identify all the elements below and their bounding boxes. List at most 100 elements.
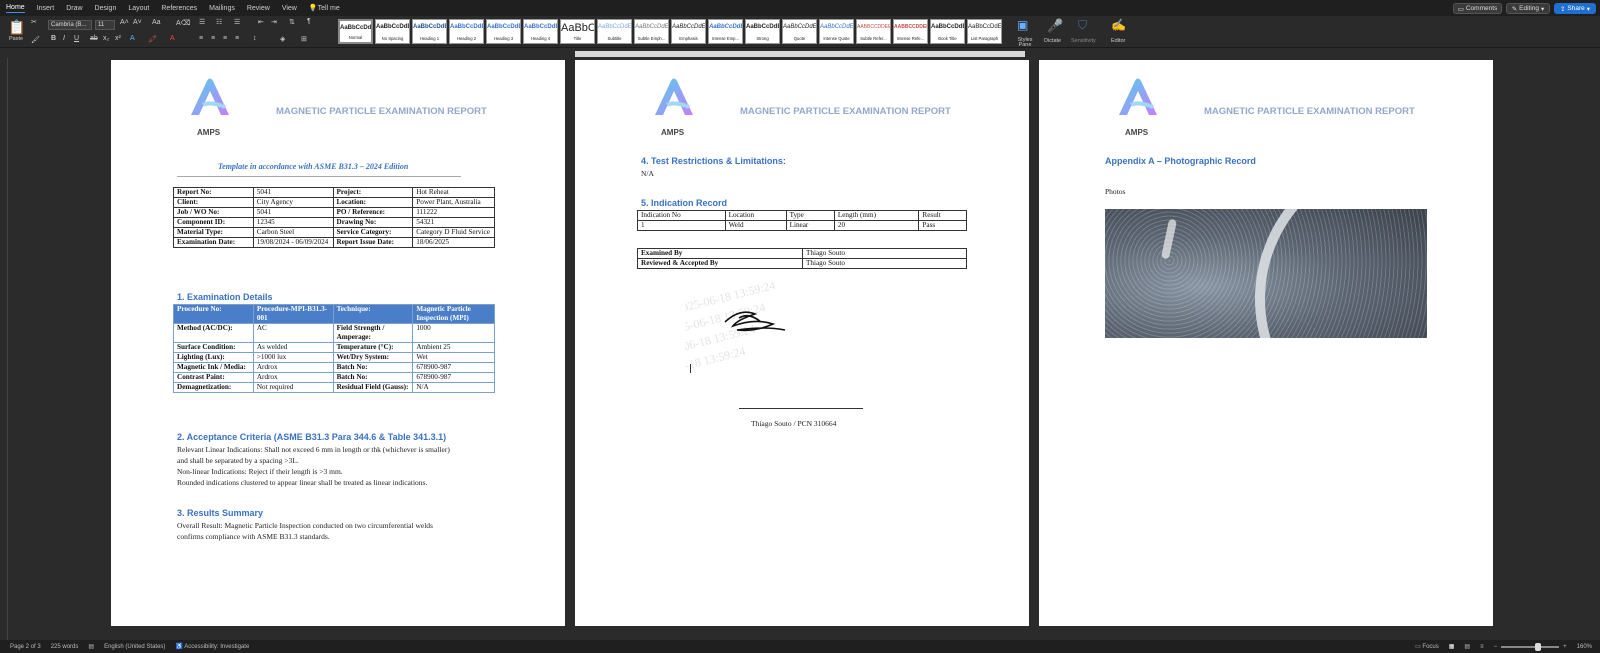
shading-icon[interactable]: ◈	[280, 35, 285, 43]
italic-icon[interactable]: I	[63, 35, 65, 42]
accessibility-status[interactable]: ♿ Accessibility: Investigate	[175, 643, 249, 650]
paste-icon[interactable]: 📋	[8, 19, 25, 36]
subscript-icon[interactable]: x₂	[103, 35, 109, 42]
style-strong[interactable]: AaBbCcDdEe Strong	[745, 19, 780, 44]
line-spacing-icon[interactable]: ↕	[253, 35, 257, 42]
change-case-icon[interactable]: Aa	[152, 19, 161, 26]
numbering-icon[interactable]: ☷	[216, 18, 222, 26]
justify-icon[interactable]: ≡	[235, 35, 239, 42]
text-effects-icon[interactable]: A	[130, 35, 135, 42]
style-list-paragraph[interactable]: AaBbCcDdEe List Paragraph	[967, 19, 1002, 44]
page-2[interactable]: AMPS MAGNETIC PARTICLE EXAMINATION REPOR…	[575, 60, 1029, 626]
table-cell: Demagnetization:	[173, 382, 254, 393]
sort-icon[interactable]: ⇅	[289, 18, 295, 26]
vertical-ruler[interactable]	[0, 58, 8, 640]
zoom-out-icon[interactable]: −	[1494, 644, 1498, 650]
zoom-level[interactable]: 160%	[1577, 644, 1592, 650]
font-name-box[interactable]: Cambria (B...	[48, 20, 92, 30]
tab-references[interactable]: References	[161, 5, 197, 12]
paste-label[interactable]: Paste	[9, 36, 23, 42]
proofing-icon[interactable]: ▤	[88, 643, 94, 650]
style-heading-1[interactable]: AaBbCcDdE Heading 1	[412, 19, 447, 44]
bullets-icon[interactable]: ☰	[199, 18, 205, 26]
editor-icon[interactable]: ✍	[1111, 18, 1126, 32]
style-preview: AaBbCcDdEe	[340, 25, 372, 31]
shrink-font-icon[interactable]: A˅	[133, 19, 142, 26]
superscript-icon[interactable]: x²	[115, 35, 121, 42]
style-book-title[interactable]: AaBbCcDdEe Book Title	[930, 19, 965, 44]
share-button[interactable]: ⇪ Share ▾	[1554, 3, 1596, 14]
style-quote[interactable]: AaBbCcDdEe Quote	[782, 19, 817, 44]
sensitivity-label[interactable]: Sensitivity	[1071, 38, 1096, 44]
style-title[interactable]: AaBbC Title	[560, 19, 595, 44]
page-count[interactable]: Page 2 of 3	[10, 644, 41, 650]
tab-draw[interactable]: Draw	[66, 5, 82, 12]
increase-indent-icon[interactable]: ⇥	[271, 18, 277, 26]
focus-button[interactable]: ▭ Focus	[1415, 643, 1439, 650]
web-layout-icon[interactable]: ▤	[1464, 643, 1470, 650]
font-size-box[interactable]: 11	[95, 20, 115, 30]
outline-view-icon[interactable]: ≡	[1480, 644, 1484, 650]
sensitivity-icon[interactable]: ⛉	[1078, 18, 1087, 33]
style-heading-4[interactable]: AaBbCcDdEe Heading 4	[523, 19, 558, 44]
tell-me[interactable]: 💡Tell me	[309, 4, 340, 12]
style-no-spacing[interactable]: AaBbCcDdEe No Spacing	[375, 19, 410, 44]
underline-icon[interactable]: U	[74, 35, 79, 42]
styles-pane-icon[interactable]: ▣	[1017, 18, 1028, 32]
borders-icon[interactable]: ⊞	[301, 35, 307, 43]
decrease-indent-icon[interactable]: ⇤	[258, 18, 264, 26]
zoom-in-icon[interactable]: +	[1563, 644, 1567, 650]
bold-icon[interactable]: B	[51, 35, 56, 42]
format-painter-icon[interactable]: 🖌	[31, 36, 40, 44]
styles-pane-label[interactable]: Styles Pane	[1014, 37, 1036, 48]
style-intense-reference[interactable]: AABBCCDDEE Intense Refe...	[893, 19, 928, 44]
clear-format-icon[interactable]: A⌫	[176, 19, 191, 27]
style-intense-emphasis[interactable]: AaBbCcDdEe Intense Emp...	[708, 19, 743, 44]
comments-button[interactable]: ▭ Comments	[1453, 3, 1502, 14]
weld-photo[interactable]	[1105, 209, 1427, 338]
page-3[interactable]: AMPS MAGNETIC PARTICLE EXAMINATION REPOR…	[1039, 60, 1493, 626]
pencil-icon: ✎	[1511, 5, 1518, 13]
align-right-icon[interactable]: ≡	[223, 35, 227, 42]
microphone-icon[interactable]: 🎤	[1047, 18, 1063, 34]
cut-icon[interactable]: ✂	[31, 18, 37, 26]
strikethrough-icon[interactable]: ab	[90, 35, 98, 42]
grow-font-icon[interactable]: A˄	[120, 19, 129, 26]
style-preview: AaBbC	[561, 22, 595, 34]
style-heading-3[interactable]: AaBbCcDdEe Heading 3	[486, 19, 521, 44]
ruler-scale[interactable]	[575, 51, 1025, 57]
language-status[interactable]: English (United States)	[104, 644, 165, 650]
zoom-slider-thumb[interactable]	[1535, 642, 1542, 651]
table-cell: Weld	[724, 220, 787, 231]
pilcrow-icon[interactable]: ¶	[307, 18, 311, 25]
highlight-icon[interactable]: 🖍	[148, 35, 157, 43]
align-left-icon[interactable]: ≡	[199, 35, 203, 42]
editor-label[interactable]: Editor	[1111, 38, 1125, 44]
tab-design[interactable]: Design	[95, 5, 117, 12]
zoom-slider[interactable]	[1501, 642, 1560, 651]
style-subtle-emphasis[interactable]: AaBbCcDdEe Subtle Emph...	[634, 19, 669, 44]
tab-view[interactable]: View	[282, 5, 297, 12]
style-subtle-reference[interactable]: AABBCCDDEE Subtle Refer...	[856, 19, 891, 44]
font-color-icon[interactable]: A	[170, 35, 175, 42]
word-count[interactable]: 225 words	[51, 644, 79, 650]
tab-layout[interactable]: Layout	[128, 5, 149, 12]
table-cell: Service Category:	[332, 227, 414, 238]
tab-home[interactable]: Home	[6, 4, 25, 13]
dictate-label[interactable]: Dictate	[1044, 38, 1061, 44]
photos-label: Photos	[1105, 187, 1126, 196]
tab-insert[interactable]: Insert	[37, 5, 55, 12]
tab-review[interactable]: Review	[247, 5, 270, 12]
style-emphasis[interactable]: AaBbCcDdEe Emphasis	[671, 19, 706, 44]
print-layout-icon[interactable]: ▦	[1449, 643, 1455, 650]
style-heading-2[interactable]: AaBbCcDdEe Heading 2	[449, 19, 484, 44]
style-subtitle[interactable]: AaBbCcDdEe Subtitle	[597, 19, 632, 44]
page-1[interactable]: AMPS MAGNETIC PARTICLE EXAMINATION REPOR…	[111, 60, 565, 626]
tab-mailings[interactable]: Mailings	[209, 5, 235, 12]
align-center-icon[interactable]: ≡	[211, 35, 215, 42]
table-cell: Power Plant, Australia	[412, 197, 495, 208]
multilevel-list-icon[interactable]: ☰	[234, 18, 240, 26]
style-intense-quote[interactable]: AaBbCcDdEe Intense Quote	[819, 19, 854, 44]
editing-button[interactable]: ✎ Editing ▾	[1506, 3, 1550, 14]
style-normal[interactable]: AaBbCcDdEe Normal	[338, 19, 373, 44]
